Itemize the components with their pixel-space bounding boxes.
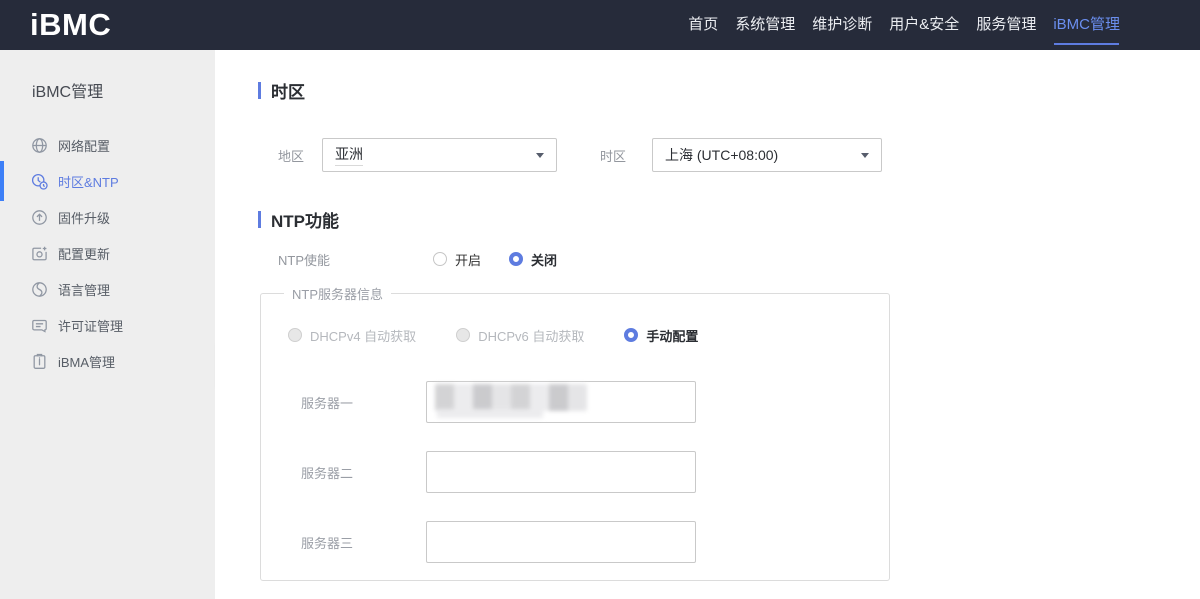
sidebar-item-label: 语言管理 [58,280,110,299]
timezone-icon [31,173,48,190]
radio-circle-icon [433,252,447,266]
sidebar-item-language-management[interactable]: 语言管理 [0,271,215,307]
server-one-label: 服务器一 [301,393,426,412]
top-navigation: 首页 系统管理 维护诊断 用户&安全 服务管理 iBMC管理 [688,0,1120,50]
sidebar-item-label: 配置更新 [58,244,110,263]
ntp-section-title: NTP功能 [258,210,1200,229]
nav-item-maintenance[interactable]: 维护诊断 [812,0,872,50]
ntp-server-fieldset: NTP服务器信息 DHCPv4 自动获取 DHCPv6 自动获取 手动配置 服务… [260,284,890,581]
sidebar: iBMC管理 网络配置 时区&NTP [0,50,215,599]
timezone-label: 时区 [600,146,652,165]
nav-item-system[interactable]: 系统管理 [735,0,795,50]
radio-label: 手动配置 [646,326,698,345]
server-two-input[interactable] [426,451,696,493]
ntp-server-legend: NTP服务器信息 [284,284,391,303]
sidebar-item-label: 时区&NTP [58,172,119,191]
server-two-label: 服务器二 [301,463,426,482]
radio-circle-icon [624,328,638,342]
section-title-text: 时区 [271,78,305,103]
sidebar-item-label: iBMA管理 [58,352,115,371]
radio-label: DHCPv6 自动获取 [478,326,584,345]
nav-item-services[interactable]: 服务管理 [976,0,1036,50]
server-three-label: 服务器三 [301,533,426,552]
timezone-section-title: 时区 [258,81,1200,100]
license-icon [31,317,48,334]
nav-item-user-security[interactable]: 用户&安全 [889,0,959,50]
sidebar-item-timezone-ntp[interactable]: 时区&NTP [0,163,215,199]
radio-circle-icon [509,252,523,266]
region-select[interactable]: 亚洲 [322,138,557,172]
ntp-enable-label: NTP使能 [278,250,433,269]
radio-label: 开启 [455,250,481,269]
sidebar-item-label: 网络配置 [58,136,110,155]
server-three-input[interactable] [426,521,696,563]
firmware-upgrade-icon [31,209,48,226]
top-header: iBMC 首页 系统管理 维护诊断 用户&安全 服务管理 iBMC管理 [0,0,1200,50]
language-icon [31,281,48,298]
sidebar-item-license-management[interactable]: 许可证管理 [0,307,215,343]
section-accent-bar [258,211,261,228]
config-update-icon [31,245,48,262]
radio-dhcpv4-auto[interactable]: DHCPv4 自动获取 [288,326,416,345]
timezone-form-row: 地区 亚洲 时区 上海 (UTC+08:00) [258,138,1200,172]
sidebar-item-network-config[interactable]: 网络配置 [0,127,215,163]
radio-manual-config[interactable]: 手动配置 [624,326,698,345]
radio-dhcpv6-auto[interactable]: DHCPv6 自动获取 [456,326,584,345]
timezone-select-value: 上海 (UTC+08:00) [665,145,778,165]
region-select-value: 亚洲 [335,144,363,166]
main-content: 时区 地区 亚洲 时区 上海 (UTC+08:00) NTP功能 NTP使能 开… [215,50,1200,599]
radio-circle-icon [288,328,302,342]
dropdown-caret-icon [536,153,544,158]
server-three-row: 服务器三 [301,521,889,563]
region-label: 地区 [278,146,322,165]
ibma-icon [31,353,48,370]
redacted-value [435,384,587,411]
server-two-row: 服务器二 [301,451,889,493]
sidebar-item-ibma-management[interactable]: iBMA管理 [0,343,215,379]
ntp-server-mode-row: DHCPv4 自动获取 DHCPv6 自动获取 手动配置 [288,326,889,344]
sidebar-menu: 网络配置 时区&NTP 固件升级 [0,127,215,379]
server-one-input[interactable] [426,381,696,423]
sidebar-item-label: 固件升级 [58,208,110,227]
sidebar-item-firmware-upgrade[interactable]: 固件升级 [0,199,215,235]
sidebar-item-config-update[interactable]: 配置更新 [0,235,215,271]
nav-item-ibmc-management[interactable]: iBMC管理 [1053,0,1120,50]
nav-item-home[interactable]: 首页 [688,0,718,50]
sidebar-title: iBMC管理 [32,78,215,102]
section-title-text: NTP功能 [271,207,339,232]
radio-label: DHCPv4 自动获取 [310,326,416,345]
sidebar-item-label: 许可证管理 [58,316,123,335]
ntp-enable-row: NTP使能 开启 关闭 [258,250,1200,268]
timezone-select[interactable]: 上海 (UTC+08:00) [652,138,882,172]
section-accent-bar [258,82,261,99]
server-one-row: 服务器一 [301,381,889,423]
radio-ntp-on[interactable]: 开启 [433,250,481,269]
radio-ntp-off[interactable]: 关闭 [509,250,557,269]
dropdown-caret-icon [861,153,869,158]
network-icon [31,137,48,154]
app-logo: iBMC [30,7,111,43]
radio-label: 关闭 [531,250,557,269]
radio-circle-icon [456,328,470,342]
